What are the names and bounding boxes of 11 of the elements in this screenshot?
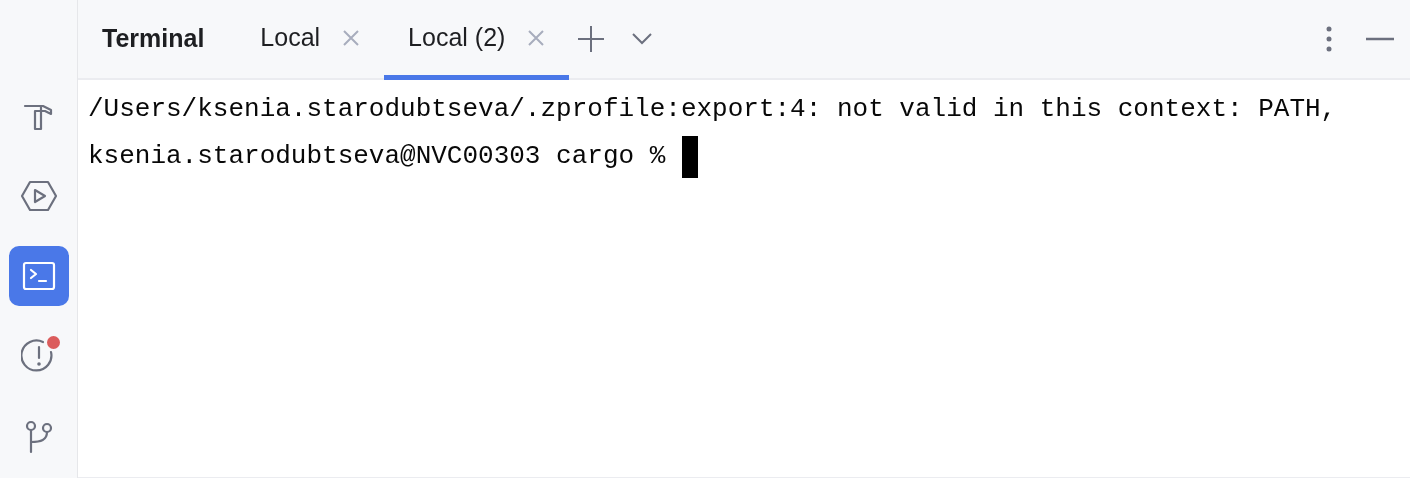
terminal-line: ksenia.starodubtseva@NVC00303 cargo %	[88, 140, 666, 173]
chevron-down-icon[interactable]	[631, 32, 654, 46]
minimize-icon[interactable]	[1366, 37, 1394, 41]
terminal-tab[interactable]: Local	[236, 0, 385, 80]
plus-icon[interactable]	[577, 25, 606, 53]
run-icon	[19, 178, 58, 214]
tool-window-button[interactable]	[8, 246, 69, 306]
panel-title: Terminal	[102, 23, 205, 55]
text-cursor	[682, 135, 699, 178]
more-icon[interactable]	[1326, 26, 1332, 52]
terminal-line: /Users/ksenia.starodubtseva/.zprofile:export:4: not valid in this context: PATH,	[88, 93, 1337, 126]
